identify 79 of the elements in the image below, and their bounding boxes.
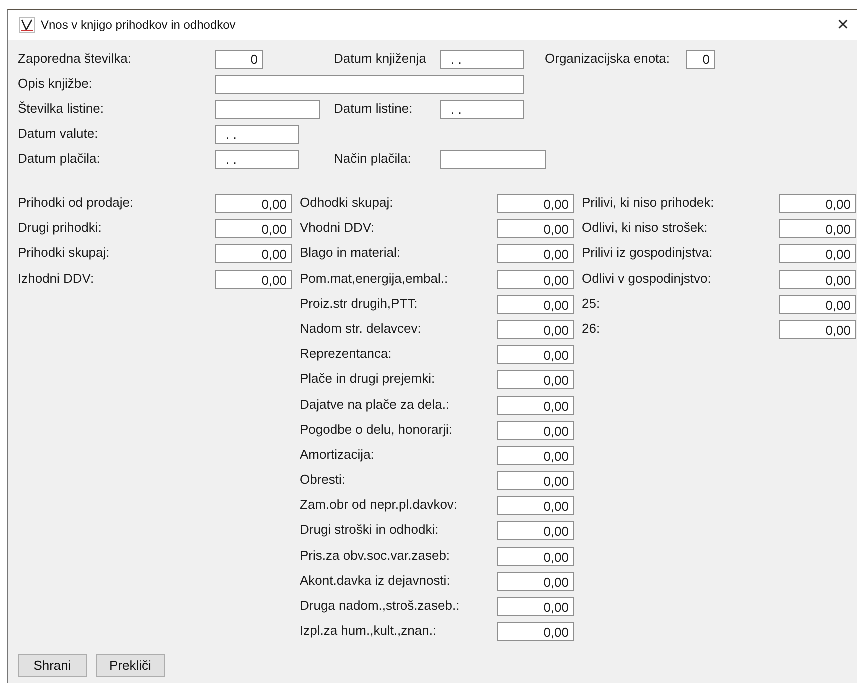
amount-field[interactable]: 0,00 [215,244,292,264]
amount-field[interactable]: 0,00 [779,320,856,339]
field-label: Izpl.za hum.,kult.,znan.: [300,622,438,640]
field-label: Dajatve na plače za dela.: [300,396,451,414]
amount-field[interactable]: 0,00 [497,396,574,414]
field-label: Prilivi iz gospodinjstva: [582,244,714,262]
amount-field[interactable]: 0,00 [497,446,574,465]
field-label: Pris.za obv.soc.var.zaseb: [300,546,452,565]
field-label: Način plačila: [334,150,412,166]
amount-field[interactable]: 0,00 [497,471,574,490]
app-logo-icon [19,17,35,33]
amount-field[interactable]: 0,00 [215,194,292,213]
field-label: Druga nadom.,stroš.zaseb.: [300,597,461,615]
field-label: Opis knjižbe: [18,75,94,91]
amount-field[interactable]: 0,00 [497,219,574,238]
field-label: Datum valute: [18,125,100,141]
field-label: Amortizacija: [300,446,376,464]
field-label: Nadom str. delavcev: [300,320,422,338]
date-field[interactable]: . . [440,100,524,119]
field-label: Vhodni DDV: [300,219,376,238]
amount-field[interactable]: 0,00 [497,345,574,364]
amount-field[interactable]: 0,00 [215,219,292,238]
field-label: Odhodki skupaj: [300,194,394,212]
amount-field[interactable]: 0,00 [497,370,574,390]
date-field[interactable]: . . [440,50,524,69]
field-label: Prihodki skupaj: [18,244,111,262]
field-label: Akont.davka iz dejavnosti: [300,572,452,590]
amount-field[interactable]: 0,00 [779,194,856,213]
amount-field[interactable]: 0,00 [497,597,574,616]
field-label: Obresti: [300,471,347,490]
field-label: Številka listine: [18,100,105,116]
field-label: Prihodki od prodaje: [18,194,135,212]
field-label: Datum plačila: [18,150,102,166]
field-label: Odlivi, ki niso strošek: [582,219,709,238]
amount-field[interactable]: 0,00 [215,270,292,289]
input-field[interactable]: 0 [215,50,263,69]
field-label: Proiz.str drugih,PTT: [300,294,419,313]
field-label: Zam.obr od nepr.pl.davkov: [300,496,459,514]
amount-field[interactable]: 0,00 [497,622,574,642]
amount-field[interactable]: 0,00 [779,244,856,264]
amount-field[interactable]: 0,00 [497,496,574,516]
close-button[interactable]: × [835,15,851,35]
window-title: Vnos v knjigo prihodkov in odhodkov [41,18,236,32]
field-label: Izhodni DDV: [18,270,96,288]
amount-field[interactable]: 0,00 [779,294,856,314]
date-field[interactable]: . . [215,150,299,169]
amount-field[interactable]: 0,00 [497,572,574,591]
amount-field[interactable]: 0,00 [779,270,856,289]
field-label: Pom.mat,energija,embal.: [300,270,450,288]
field-label: Zaporedna številka: [18,50,132,66]
field-label: Drugi prihodki: [18,219,103,238]
field-label: Odlivi v gospodinjstvo: [582,270,712,288]
field-label: Prilivi, ki niso prihodek: [582,194,716,212]
field-label: Blago in material: [300,244,402,262]
amount-field[interactable]: 0,00 [497,270,574,289]
input-field[interactable] [215,75,524,94]
date-field[interactable]: . . [215,125,299,144]
amount-field[interactable]: 0,00 [497,420,574,440]
amount-field[interactable]: 0,00 [497,320,574,339]
amount-field[interactable]: 0,00 [779,219,856,238]
amount-field[interactable]: 0,00 [497,546,574,566]
field-label: Reprezentanca: [300,345,393,364]
amount-field[interactable]: 0,00 [497,294,574,314]
field-label: Plače in drugi prejemki: [300,370,436,388]
input-field[interactable]: 0 [686,50,715,69]
amount-field[interactable]: 0,00 [497,521,574,540]
input-field[interactable] [440,150,546,169]
field-label: 26: [582,320,602,338]
amount-field[interactable]: 0,00 [497,244,574,264]
field-label: Organizacijska enota: [545,50,672,66]
field-label: Datum listine: [334,100,414,116]
dialog-button[interactable]: Shrani [18,654,87,677]
field-label: 25: [582,294,602,313]
amount-field[interactable]: 0,00 [497,194,574,213]
input-field[interactable] [215,100,320,119]
field-label: Datum knjiženja [334,50,428,66]
dialog-button[interactable]: Prekliči [96,654,165,677]
field-label: Drugi stroški in odhodki: [300,521,440,540]
field-label: Pogodbe o delu, honorarji: [300,420,454,439]
